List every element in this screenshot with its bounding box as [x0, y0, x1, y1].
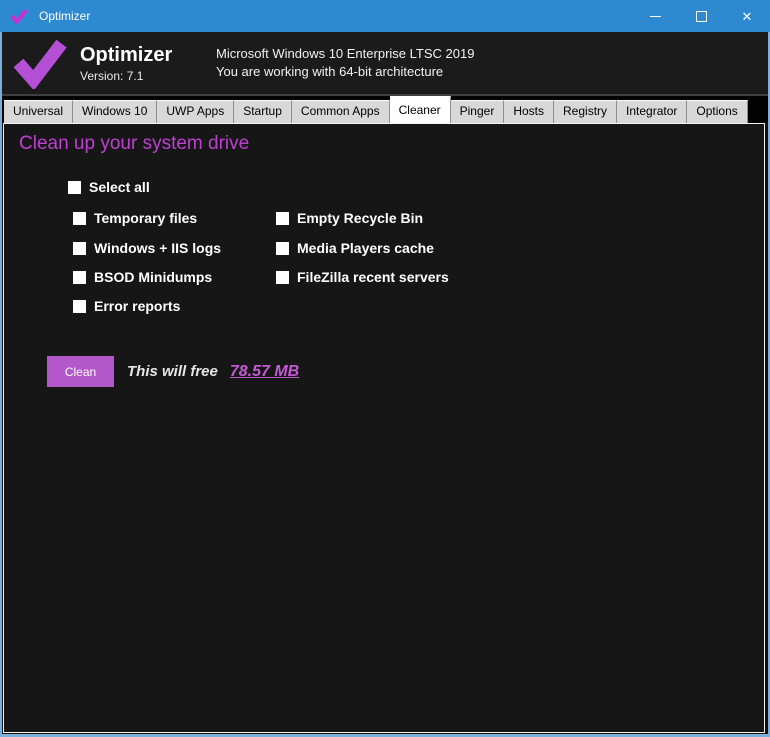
tab-universal[interactable]: Universal — [4, 100, 73, 123]
tab-registry[interactable]: Registry — [554, 100, 617, 123]
checkbox-box-icon[interactable] — [73, 212, 86, 225]
page-title: Clean up your system drive — [19, 133, 249, 155]
tab-cleaner[interactable]: Cleaner — [390, 96, 451, 123]
tab-options[interactable]: Options — [687, 100, 747, 123]
checkbox-empty-recycle-bin[interactable]: Empty Recycle Bin — [276, 210, 423, 226]
checkbox-box-icon[interactable] — [73, 300, 86, 313]
checkbox-box-icon[interactable] — [276, 212, 289, 225]
checkbox-media-players-cache[interactable]: Media Players cache — [276, 240, 434, 256]
maximize-button[interactable] — [678, 0, 724, 32]
checkbox-label: Temporary files — [94, 210, 197, 226]
minimize-button[interactable] — [632, 0, 678, 32]
checkbox-box-icon[interactable] — [276, 242, 289, 255]
checkbox-temporary-files[interactable]: Temporary files — [73, 210, 197, 226]
minimize-icon — [650, 16, 661, 17]
checkbox-label: Select all — [89, 179, 150, 195]
app-header: Optimizer Version: 7.1 Microsoft Windows… — [2, 32, 768, 94]
tab-integrator[interactable]: Integrator — [617, 100, 687, 123]
optimizer-window: Optimizer ✕ Optimizer Version: 7.1 Micro… — [0, 0, 770, 737]
os-architecture-text: You are working with 64-bit architecture — [216, 63, 474, 81]
close-icon: ✕ — [742, 10, 753, 23]
checkbox-label: BSOD Minidumps — [94, 269, 212, 285]
checkbox-filezilla-recent-servers[interactable]: FileZilla recent servers — [276, 269, 449, 285]
app-version: Version: 7.1 — [80, 69, 198, 83]
checkbox-label: FileZilla recent servers — [297, 269, 449, 285]
os-edition-text: Microsoft Windows 10 Enterprise LTSC 201… — [216, 45, 474, 63]
app-name: Optimizer — [80, 43, 198, 67]
app-checkmark-icon — [9, 6, 31, 26]
checkbox-error-reports[interactable]: Error reports — [73, 298, 180, 314]
checkbox-select-all[interactable]: Select all — [68, 179, 150, 195]
checkbox-label: Windows + IIS logs — [94, 240, 221, 256]
app-logo-checkmark-icon — [12, 37, 68, 89]
checkbox-label: Empty Recycle Bin — [297, 210, 423, 226]
tab-uwp-apps[interactable]: UWP Apps — [157, 100, 234, 123]
checkbox-box-icon[interactable] — [276, 271, 289, 284]
tab-bar: Universal Windows 10 UWP Apps Startup Co… — [2, 94, 768, 123]
title-bar[interactable]: Optimizer ✕ — [0, 0, 770, 32]
checkbox-box-icon[interactable] — [73, 242, 86, 255]
tab-hosts[interactable]: Hosts — [504, 100, 554, 123]
checkbox-label: Media Players cache — [297, 240, 434, 256]
checkbox-box-icon[interactable] — [73, 271, 86, 284]
window-title: Optimizer — [39, 9, 90, 23]
maximize-icon — [696, 11, 707, 22]
free-space-text: This will free — [127, 363, 218, 380]
checkbox-windows-iis-logs[interactable]: Windows + IIS logs — [73, 240, 221, 256]
tab-common-apps[interactable]: Common Apps — [292, 100, 390, 123]
checkbox-label: Error reports — [94, 298, 180, 314]
tab-windows-10[interactable]: Windows 10 — [73, 100, 157, 123]
tab-pinger[interactable]: Pinger — [451, 100, 505, 123]
clean-button[interactable]: Clean — [47, 356, 114, 387]
free-space-amount-link[interactable]: 78.57 MB — [230, 363, 299, 381]
checkbox-box-icon[interactable] — [68, 181, 81, 194]
checkbox-bsod-minidumps[interactable]: BSOD Minidumps — [73, 269, 212, 285]
tab-startup[interactable]: Startup — [234, 100, 292, 123]
cleaner-page: Clean up your system drive Select all Te… — [3, 123, 765, 733]
close-button[interactable]: ✕ — [724, 0, 770, 32]
clean-action-row: Clean This will free 78.57 MB — [47, 356, 299, 387]
